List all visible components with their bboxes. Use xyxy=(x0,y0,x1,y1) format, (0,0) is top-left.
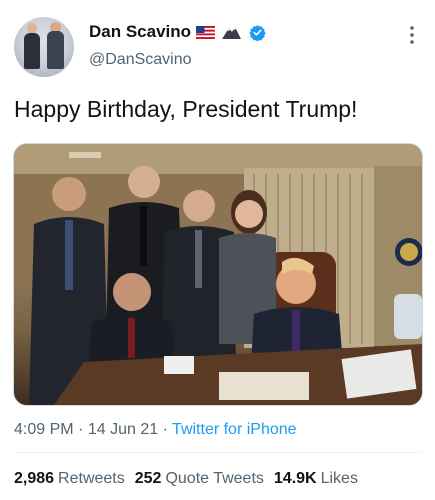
display-name[interactable]: Dan Scavino xyxy=(89,22,191,42)
separator: · xyxy=(162,421,168,438)
retweets-stat[interactable]: 2,986 Retweets xyxy=(14,470,125,488)
user-handle[interactable]: @DanScavino xyxy=(89,51,192,69)
likes-stat[interactable]: 14.9K Likes xyxy=(274,470,358,488)
tweet-text: Happy Birthday, President Trump! xyxy=(14,96,358,122)
quote-tweets-count: 252 xyxy=(134,470,162,487)
us-flag-icon xyxy=(196,25,216,39)
verified-badge-icon xyxy=(249,24,266,41)
separator: · xyxy=(78,421,84,438)
mountain-icon xyxy=(222,27,242,39)
tweet-time[interactable]: 4:09 PM xyxy=(14,421,74,438)
divider xyxy=(14,452,421,453)
avatar-figure xyxy=(47,31,64,69)
author-name-row: Dan Scavino xyxy=(89,22,266,42)
more-options-icon[interactable] xyxy=(405,25,419,45)
tweet-date[interactable]: 14 Jun 21 xyxy=(88,421,158,438)
tweet-source-link[interactable]: Twitter for iPhone xyxy=(172,421,297,438)
quote-tweets-stat[interactable]: 252 Quote Tweets xyxy=(135,470,264,488)
quote-tweets-label: Quote Tweets xyxy=(165,470,264,487)
retweets-count: 2,986 xyxy=(14,470,55,487)
avatar[interactable] xyxy=(14,17,74,77)
retweets-label: Retweets xyxy=(58,470,125,487)
likes-count: 14.9K xyxy=(273,470,317,487)
avatar-figure xyxy=(24,33,40,69)
tweet-timestamp[interactable]: 4:09 PM · 14 Jun 21 · Twitter for iPhone xyxy=(14,421,297,439)
tweet-photo[interactable] xyxy=(13,143,423,406)
likes-label: Likes xyxy=(320,470,358,487)
photo-scene xyxy=(14,144,422,405)
tweet: Dan Scavino @DanScavino Happy Birthday, … xyxy=(0,0,435,500)
engagement-stats: 2,986 Retweets 252 Quote Tweets 14.9K Li… xyxy=(14,470,358,488)
